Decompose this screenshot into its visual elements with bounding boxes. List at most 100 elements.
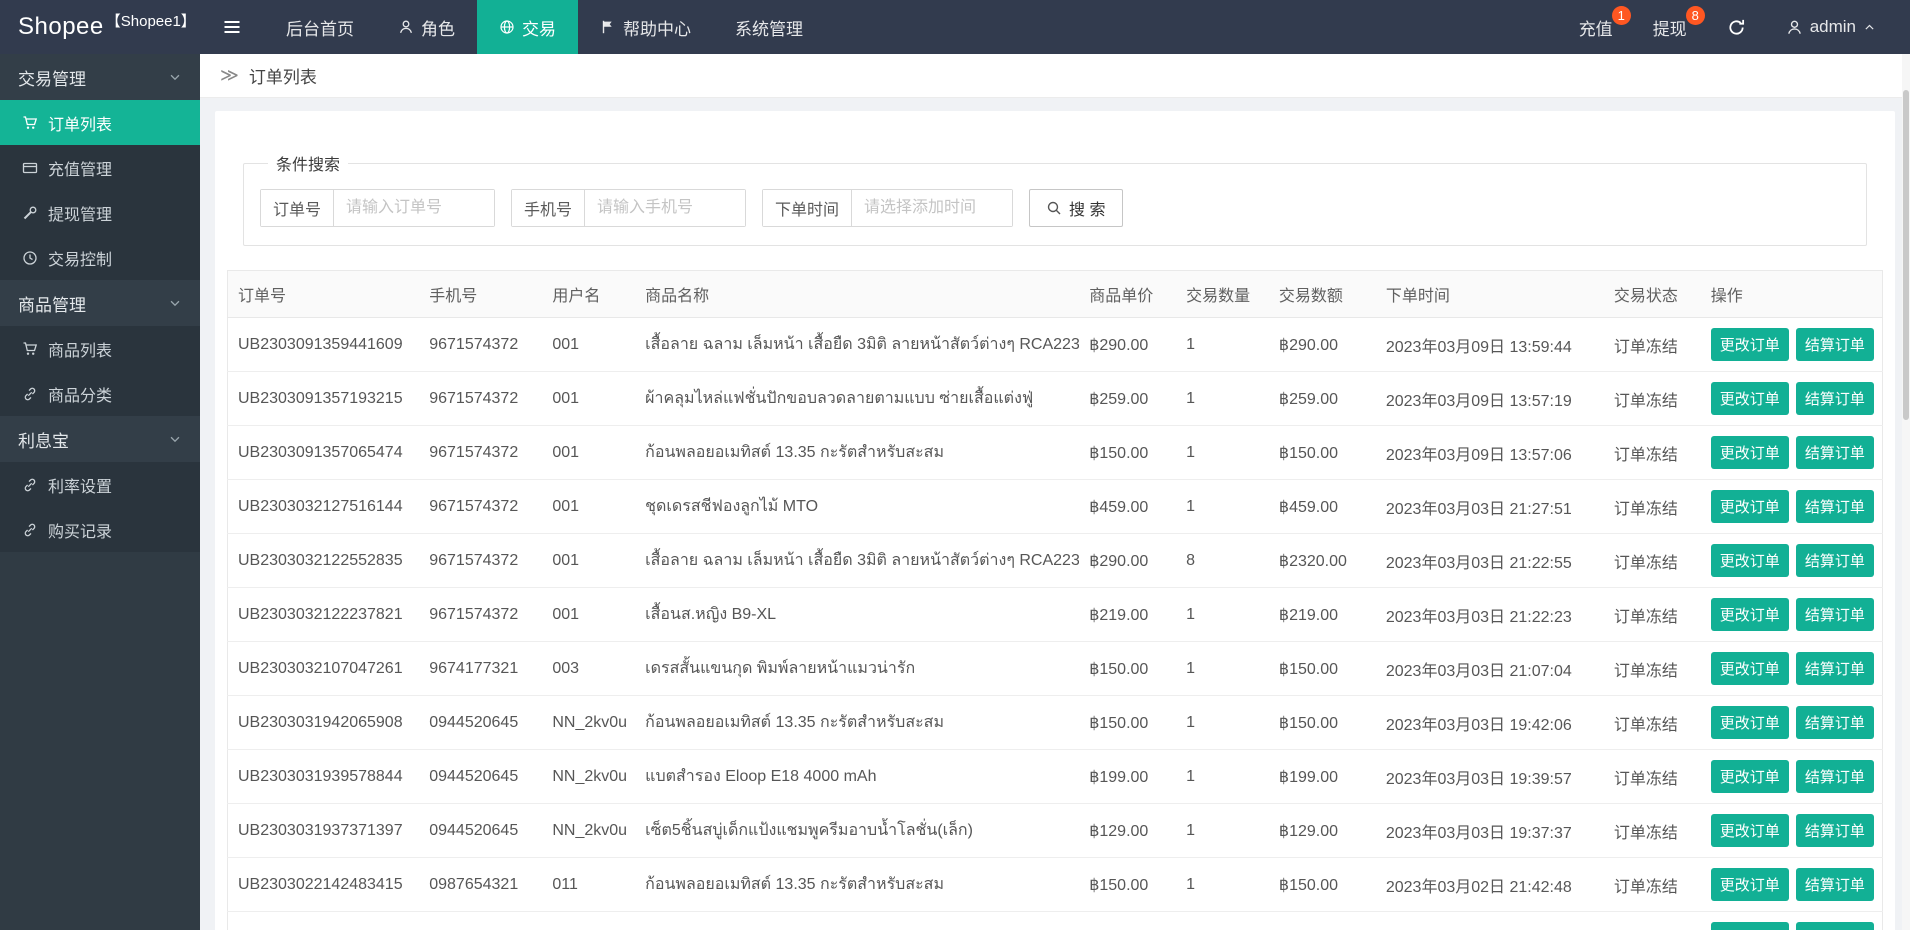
search-button[interactable]: 搜 索 [1029, 189, 1123, 227]
recharge-link[interactable]: 充值 1 [1559, 0, 1633, 54]
change-order-button[interactable]: 更改订单 [1710, 490, 1789, 523]
top-menu: 后台首页 角色 交易 帮助中心 系统管理 [264, 0, 825, 54]
table-header-row: 订单号 手机号 用户名 商品名称 商品单价 交易数量 交易数额 下单时间 交易状… [227, 270, 1883, 318]
withdraw-link[interactable]: 提现 8 [1633, 0, 1707, 54]
sidebar-item-rate-settings[interactable]: 利率设置 [0, 462, 200, 507]
cell-qty: 1 [1176, 803, 1269, 858]
cell-actions: 更改订单结算订单 [1700, 533, 1883, 588]
change-order-button[interactable]: 更改订单 [1710, 760, 1789, 793]
sidebar-item-trade-control[interactable]: 交易控制 [0, 235, 200, 280]
cell-time: 2023年03月09日 13:57:06 [1375, 425, 1604, 480]
search-filter-box: 条件搜索 订单号 手机号 下单时间 [243, 151, 1867, 246]
cell-qty: 1 [1176, 641, 1269, 696]
settle-order-button[interactable]: 结算订单 [1795, 328, 1874, 361]
cell-order-no: UB2303091357065474 [227, 425, 420, 480]
sidebar: 交易管理 订单列表 充值管理 提现管理 交易控制 商品管理 商品列表 商品分类 … [0, 54, 200, 930]
cell-phone: 0987654321 [419, 857, 543, 912]
cell-actions: 更改订单结算订单 [1700, 587, 1883, 642]
change-order-button[interactable]: 更改订单 [1710, 922, 1789, 930]
cell-actions: 更改订单结算订单 [1700, 641, 1883, 696]
sidebar-group-products[interactable]: 商品管理 [0, 280, 200, 326]
cell-time: 2023年03月09日 13:59:44 [1375, 317, 1604, 372]
user-menu[interactable]: admin [1766, 0, 1896, 54]
cell-price: ฿219.00 [1079, 587, 1177, 642]
brand-logo[interactable]: Shopee 【Shopee1】 [0, 0, 200, 54]
cell-phone: 0944520645 [419, 749, 543, 804]
cell-amount: ฿150.00 [1268, 695, 1376, 750]
order-no-input[interactable] [334, 190, 495, 226]
settle-order-button[interactable]: 结算订单 [1795, 382, 1874, 415]
link-icon [22, 522, 38, 538]
cell-product: ผ้าคลุมไหล่แฟชั่นปักขอบลวดลายตามแบบ ซ่าย… [635, 371, 1080, 426]
sidebar-item-product-category[interactable]: 商品分类 [0, 371, 200, 416]
change-order-button[interactable]: 更改订单 [1710, 706, 1789, 739]
change-order-button[interactable]: 更改订单 [1710, 652, 1789, 685]
table-row: UB2303022142483415 0987654321 011 ก้อนพลอยอ… [227, 857, 1883, 912]
settle-order-button[interactable]: 结算订单 [1795, 436, 1874, 469]
phone-input[interactable] [585, 190, 746, 226]
sidebar-item-purchase-records[interactable]: 购买记录 [0, 507, 200, 552]
nav-item-label: 帮助中心 [623, 19, 691, 39]
sidebar-item-product-list[interactable]: 商品列表 [0, 326, 200, 371]
scrollbar-thumb[interactable] [1903, 90, 1909, 420]
table-row: UB2303091359441609 9671574372 001 เสื้อลาย … [227, 317, 1883, 372]
change-order-button[interactable]: 更改订单 [1710, 544, 1789, 577]
scrollbar[interactable] [1902, 54, 1910, 930]
cell-phone: 0944520645 [419, 803, 543, 858]
change-order-button[interactable]: 更改订单 [1710, 328, 1789, 361]
settle-order-button[interactable]: 结算订单 [1795, 706, 1874, 739]
sidebar-item-withdraw-mgmt[interactable]: 提现管理 [0, 190, 200, 235]
settle-order-button[interactable]: 结算订单 [1795, 868, 1874, 901]
cell-order-no: UB2303031937371397 [227, 803, 420, 858]
sidebar-item-recharge-mgmt[interactable]: 充值管理 [0, 145, 200, 190]
change-order-button[interactable]: 更改订单 [1710, 868, 1789, 901]
hamburger-menu-icon[interactable] [200, 0, 264, 54]
cell-status: 订单冻结 [1603, 533, 1701, 588]
settle-order-button[interactable]: 结算订单 [1795, 814, 1874, 847]
recharge-label: 充值 [1578, 19, 1613, 39]
cell-order-no: UB2303032122237821 [227, 587, 420, 642]
search-legend: 条件搜索 [276, 157, 341, 174]
cell-product: แบตสำรอง Eloop E18 4000 mAh [635, 911, 1080, 930]
cell-order-no: UB2303091357193215 [227, 371, 420, 426]
settle-order-button[interactable]: 结算订单 [1795, 760, 1874, 793]
change-order-button[interactable]: 更改订单 [1710, 814, 1789, 847]
nav-item-roles[interactable]: 角色 [376, 0, 477, 54]
user-icon [1786, 19, 1803, 36]
nav-item-label: 交易 [522, 19, 556, 39]
card-icon [22, 160, 38, 176]
cell-product: ชุดเดรสชีฟองลูกไม้ MTO [635, 479, 1080, 534]
settle-order-button[interactable]: 结算订单 [1795, 652, 1874, 685]
cell-price: ฿290.00 [1079, 317, 1177, 372]
sidebar-group-trade[interactable]: 交易管理 [0, 54, 200, 100]
cell-phone: 9671574372 [419, 425, 543, 480]
change-order-button[interactable]: 更改订单 [1710, 436, 1789, 469]
settle-order-button[interactable]: 结算订单 [1795, 922, 1874, 930]
table-row: UB23030221413193490987654321011แบตสำรอง … [227, 911, 1883, 930]
change-order-button[interactable]: 更改订单 [1710, 382, 1789, 415]
cell-qty: 1 [1176, 587, 1269, 642]
settle-order-button[interactable]: 结算订单 [1795, 544, 1874, 577]
cell-price: ฿150.00 [1079, 641, 1177, 696]
sidebar-group-label: 商品管理 [18, 295, 86, 315]
chevron-down-icon [168, 432, 182, 446]
settle-order-button[interactable]: 结算订单 [1795, 490, 1874, 523]
sidebar-group-interest[interactable]: 利息宝 [0, 416, 200, 462]
order-time-input[interactable] [852, 190, 1013, 226]
wrench-icon [22, 205, 38, 221]
refresh-button[interactable] [1707, 0, 1766, 54]
cell-user: 001 [542, 533, 636, 588]
nav-item-trade[interactable]: 交易 [477, 0, 578, 54]
cell-price: ฿150.00 [1079, 857, 1177, 912]
sidebar-item-order-list[interactable]: 订单列表 [0, 100, 200, 145]
col-order-no: 订单号 [227, 270, 420, 318]
nav-item-system[interactable]: 系统管理 [713, 0, 825, 54]
cell-actions: 更改订单结算订单 [1700, 479, 1883, 534]
sidebar-item-label: 商品分类 [48, 387, 113, 405]
cell-price: ฿199.00 [1079, 911, 1177, 930]
col-order-time: 下单时间 [1375, 270, 1604, 318]
change-order-button[interactable]: 更改订单 [1710, 598, 1789, 631]
nav-item-dashboard[interactable]: 后台首页 [264, 0, 376, 54]
nav-item-help-center[interactable]: 帮助中心 [578, 0, 713, 54]
settle-order-button[interactable]: 结算订单 [1795, 598, 1874, 631]
